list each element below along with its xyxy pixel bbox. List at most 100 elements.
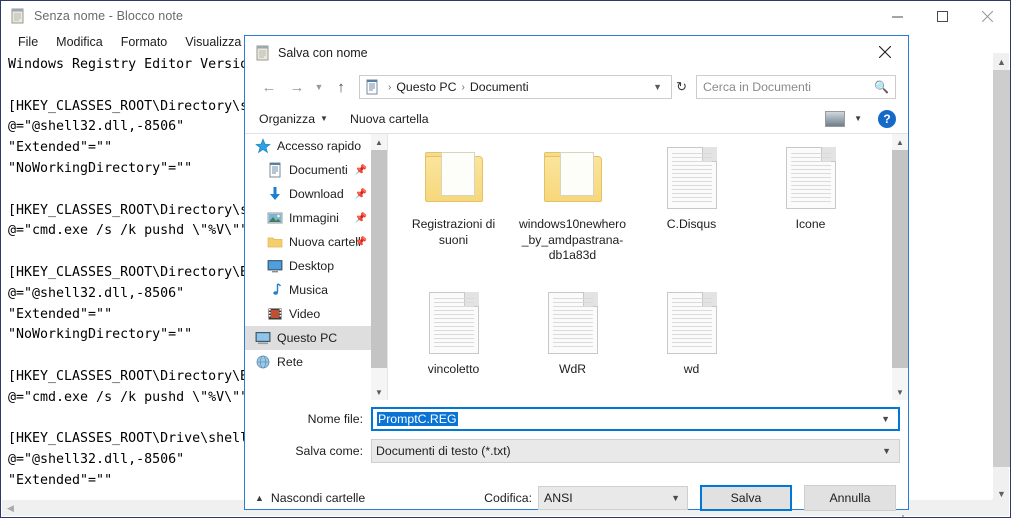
nav-item-label: Accesso rapido — [277, 139, 362, 153]
file-item[interactable]: wd — [632, 287, 751, 400]
refresh-icon[interactable]: ↻ — [672, 79, 691, 95]
savetype-select[interactable]: Documenti di testo (*.txt) ▼ — [371, 439, 900, 463]
menu-formato[interactable]: Formato — [112, 33, 177, 51]
nav-item-label: Nuova cartell — [289, 235, 361, 249]
dialog-footer: ▲ Nascondi cartelle Codifica: ANSI ▼ Sal… — [245, 470, 908, 518]
organize-label: Organizza — [259, 111, 316, 126]
nav-item-label: Musica — [289, 283, 328, 297]
chevron-down-icon[interactable]: ▼ — [311, 74, 327, 100]
minimize-icon[interactable] — [875, 1, 920, 31]
pin-icon[interactable]: 📌 — [355, 165, 367, 176]
help-label: ? — [883, 111, 891, 126]
navpane-scrollbar[interactable]: ▲ ▼ — [371, 134, 387, 400]
close-icon[interactable] — [862, 36, 908, 68]
scrollbar-thumb[interactable] — [892, 150, 908, 368]
resize-grip-icon[interactable] — [894, 513, 906, 518]
quick-access-icon — [255, 138, 271, 154]
chevron-down-icon[interactable]: ▼ — [646, 82, 669, 92]
documents-icon — [267, 162, 283, 178]
save-button[interactable]: Salva — [700, 485, 792, 511]
nav-item-download[interactable]: Download 📌 — [245, 182, 371, 206]
notepad-icon — [10, 8, 26, 24]
hide-folders-label: Nascondi cartelle — [270, 491, 366, 505]
address-bar-row: ← → ▼ ↑ › Questo PC › Documenti ▼ ↻ Cerc… — [245, 70, 908, 104]
menu-modifica[interactable]: Modifica — [47, 33, 112, 51]
file-item[interactable]: WdR — [513, 287, 632, 400]
pin-icon[interactable]: 📌 — [355, 237, 367, 248]
pin-icon[interactable]: 📌 — [355, 213, 367, 224]
scroll-down-icon[interactable]: ▼ — [892, 384, 908, 400]
forward-arrow-icon[interactable]: → — [283, 74, 311, 100]
cancel-label: Annulla — [829, 491, 871, 505]
scroll-up-icon[interactable]: ▲ — [371, 134, 387, 150]
menu-file[interactable]: File — [9, 33, 47, 51]
filename-value: PromptC.REG — [377, 412, 458, 426]
chevron-down-icon[interactable]: ▼ — [664, 493, 687, 503]
file-list[interactable]: Registrazioni di suoni windows10newhero_b… — [387, 134, 892, 400]
folder-icon — [267, 234, 283, 250]
help-button[interactable]: ? — [878, 109, 896, 128]
file-item-label: windows10newhero_by_amdpastrana-db1a83d — [518, 217, 627, 262]
save-label: Salva — [730, 491, 762, 505]
breadcrumb[interactable]: › Questo PC › Documenti ▼ — [359, 75, 673, 99]
scroll-left-icon[interactable]: ◀ — [2, 500, 19, 517]
savetype-row: Salva come: Documenti di testo (*.txt) ▼ — [253, 438, 900, 464]
back-arrow-icon[interactable]: ← — [255, 74, 283, 100]
up-arrow-icon[interactable]: ↑ — [327, 74, 355, 100]
scroll-up-icon[interactable]: ▲ — [993, 53, 1010, 70]
maximize-icon[interactable] — [920, 1, 965, 31]
search-input[interactable]: Cerca in Documenti 🔍 — [696, 75, 896, 99]
filename-input[interactable]: PromptC.REG ▼ — [371, 407, 900, 431]
view-mode-icon[interactable] — [825, 110, 846, 127]
dialog-fields: Nome file: PromptC.REG ▼ Salva come: Doc… — [245, 400, 908, 464]
scrollbar-thumb[interactable] — [371, 150, 387, 368]
file-item[interactable]: windows10newhero_by_amdpastrana-db1a83d — [513, 142, 632, 287]
document-icon — [660, 291, 724, 355]
breadcrumb-part-this-pc[interactable]: Questo PC — [396, 80, 456, 94]
nav-item-accesso-rapido[interactable]: Accesso rapido — [245, 134, 371, 158]
chevron-down-icon[interactable]: ▼ — [854, 114, 862, 123]
document-icon — [660, 146, 724, 210]
pin-icon[interactable]: 📌 — [355, 189, 367, 200]
file-item[interactable]: Registrazioni di suoni — [394, 142, 513, 287]
dialog-title: Salva con nome — [278, 46, 368, 60]
encoding-select[interactable]: ANSI ▼ — [538, 486, 688, 510]
chevron-down-icon[interactable]: ▼ — [873, 414, 898, 424]
document-icon — [541, 291, 605, 355]
nav-item-video[interactable]: Video — [245, 302, 371, 326]
file-item[interactable]: vincoletto — [394, 287, 513, 400]
pictures-icon — [267, 210, 283, 226]
window-controls — [875, 1, 1010, 31]
desktop-icon — [267, 258, 283, 274]
nav-item-questo-pc[interactable]: Questo PC — [245, 326, 371, 350]
notepad-vertical-scrollbar[interactable]: ▲ ▼ — [992, 53, 1010, 502]
scrollbar-thumb[interactable] — [993, 70, 1010, 467]
notepad-icon — [255, 45, 271, 61]
close-icon[interactable] — [965, 1, 1010, 31]
chevron-down-icon[interactable]: ▼ — [874, 446, 899, 456]
breadcrumb-part-documenti[interactable]: Documenti — [470, 80, 529, 94]
cancel-button[interactable]: Annulla — [804, 485, 896, 511]
navigation-pane: Accesso rapido Documenti 📌 Download 📌 Immagin… — [245, 134, 371, 400]
nav-item-musica[interactable]: Musica — [245, 278, 371, 302]
organize-button[interactable]: Organizza ▼ — [259, 112, 328, 126]
savetype-value: Documenti di testo (*.txt) — [376, 444, 511, 458]
scroll-up-icon[interactable]: ▲ — [892, 134, 908, 150]
new-folder-button[interactable]: Nuova cartella — [350, 112, 429, 126]
save-as-dialog: Salva con nome ← → ▼ ↑ › Questo PC › Doc… — [244, 35, 909, 517]
nav-item-documenti[interactable]: Documenti 📌 — [245, 158, 371, 182]
file-item-label: wd — [683, 362, 700, 376]
hide-folders-button[interactable]: ▲ Nascondi cartelle — [255, 491, 365, 505]
file-item[interactable]: Icone — [751, 142, 870, 287]
menu-visualizza[interactable]: Visualizza — [176, 33, 250, 51]
nav-item-nuova-cartell[interactable]: Nuova cartell 📌 — [245, 230, 371, 254]
file-item[interactable]: C.Disqus — [632, 142, 751, 287]
folder-icon — [422, 146, 486, 210]
nav-item-rete[interactable]: Rete — [245, 350, 371, 374]
nav-item-desktop[interactable]: Desktop — [245, 254, 371, 278]
nav-item-immagini[interactable]: Immagini 📌 — [245, 206, 371, 230]
scroll-down-icon[interactable]: ▼ — [371, 384, 387, 400]
chevron-up-icon: ▲ — [255, 493, 264, 503]
file-item-label: WdR — [558, 362, 587, 376]
filelist-scrollbar[interactable]: ▲ ▼ — [892, 134, 908, 400]
